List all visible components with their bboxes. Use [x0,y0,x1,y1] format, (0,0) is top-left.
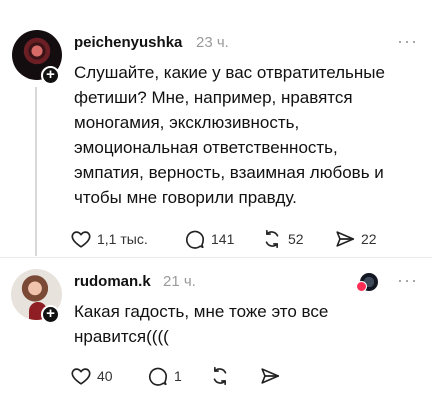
text-line: моногамия, эксклюзивность, [74,113,300,132]
like-count: 1,1 тыс. [97,231,148,247]
comment-icon [185,230,205,249]
heart-icon [71,231,91,248]
repost-icon [213,366,227,386]
username[interactable]: rudoman.k [74,273,151,290]
follow-plus-icon[interactable]: + [41,66,60,85]
repost-button[interactable]: 52 [261,227,304,251]
text-line: эмоциональная ответственность, [74,138,338,157]
text-line: фетиши? Мне, например, нравятся [74,88,353,107]
send-icon [336,231,355,247]
repost-button[interactable] [209,364,231,388]
text-line: эмпатия, верность, взаимная любовь и [74,163,384,182]
post-text: Слушайте, какие у вас отвратительные фет… [74,60,414,210]
send-icon [261,368,280,384]
share-button[interactable]: 22 [334,227,377,251]
heart-badge-icon [356,281,367,292]
reply-button[interactable]: 1 [147,364,182,388]
post-actions: 1,1 тыс. 141 52 22 [70,227,410,251]
repost-count: 52 [288,231,304,247]
post-time: 21 ч. [163,273,196,290]
like-count: 40 [97,368,113,384]
post-time: 23 ч. [196,34,229,51]
follow-plus-icon[interactable]: + [41,305,60,324]
heart-icon [71,368,91,385]
share-count: 22 [361,231,377,247]
reply-button[interactable]: 141 [184,227,234,251]
post-actions: 40 1 [70,364,410,388]
more-icon[interactable]: ··· [397,31,418,52]
thread-post-1: + peichenyushka 23 ч. ··· Слушайте, каки… [0,0,432,258]
text-line: нравится(((( [74,327,169,346]
more-icon[interactable]: ··· [397,270,418,291]
username[interactable]: peichenyushka [74,34,182,51]
like-button[interactable]: 40 [70,364,113,388]
repost-icon [265,229,279,249]
comment-icon [148,367,168,386]
reply-count: 1 [174,368,182,384]
post-text: Какая гадость, мне тоже это все нравится… [74,299,414,349]
share-button[interactable] [259,364,281,388]
text-line: Слушайте, какие у вас отвратительные [74,63,385,82]
thread-line [35,87,37,256]
like-button[interactable]: 1,1 тыс. [70,227,148,251]
reply-count: 141 [211,231,235,247]
text-line: Какая гадость, мне тоже это все [74,302,329,321]
text-line: чтобы мне говорили правду. [74,188,297,207]
